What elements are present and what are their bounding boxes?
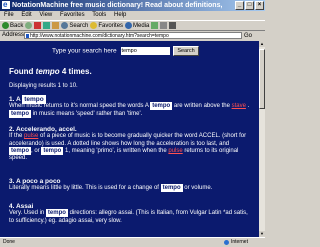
menu-tools[interactable]: Tools — [92, 12, 106, 18]
search-highlight: tempo — [9, 109, 31, 118]
page-content: Type your search here tempo Search Found… — [0, 41, 259, 237]
mail-icon — [160, 22, 168, 29]
scroll-up-arrow-icon[interactable]: ▲ — [259, 41, 265, 47]
address-label: Address — [2, 32, 25, 38]
ie-app-icon — [2, 0, 10, 10]
forward-button[interactable] — [25, 22, 33, 29]
search-highlight: tempo — [160, 184, 183, 193]
pulse-link[interactable]: pulse — [168, 148, 182, 154]
address-bar: Address http://www.notationmachine.com/d… — [0, 31, 265, 40]
maximize-button[interactable]: □ — [245, 1, 254, 10]
back-button[interactable]: Back — [2, 22, 23, 29]
definition-text: Literally means little by little. This i… — [9, 185, 161, 192]
definition-text: When music returns to it's normal speed … — [9, 103, 151, 110]
address-url: http://www.notationmachine.com/dictionar… — [30, 33, 169, 39]
result-entry: 3. A poco a poco Literally means little … — [9, 178, 254, 193]
pulse-link[interactable]: pulse — [24, 133, 38, 139]
search-form: Type your search here tempo Search — [52, 46, 199, 56]
entry-definition: When music returns to it's normal speed … — [9, 102, 254, 118]
media-icon — [125, 22, 133, 29]
search-highlight: tempo — [150, 102, 173, 111]
star-icon — [90, 22, 98, 29]
window-title: NotationMachine free music dictionary! R… — [12, 2, 222, 9]
refresh-icon — [43, 22, 51, 29]
entry-definition: Very. Used in tempo directions: allegro … — [9, 209, 254, 225]
search-input[interactable]: tempo — [120, 47, 170, 55]
definition-text: or volume. — [182, 185, 213, 192]
found-term: tempo — [35, 67, 60, 76]
go-button[interactable]: Go — [244, 32, 252, 41]
search-button[interactable]: Search — [61, 22, 88, 29]
history-button[interactable] — [151, 22, 159, 29]
definition-text: in music means 'speed' rather than 'time… — [31, 110, 143, 117]
definition-text: are written above the — [172, 103, 232, 110]
minimize-button[interactable]: _ — [235, 1, 244, 10]
definition-text: , or — [31, 147, 42, 154]
menu-edit[interactable]: Edit — [21, 12, 31, 18]
window-controls: _ □ × — [235, 1, 264, 10]
definition-text: 1, meaning 'primo', is written when the — [63, 147, 169, 154]
result-entry: 1. A tempo When music returns to it's no… — [9, 95, 254, 118]
search-submit-button[interactable]: Search — [173, 46, 199, 56]
window-titlebar: NotationMachine free music dictionary! R… — [0, 0, 265, 11]
home-icon — [52, 22, 60, 29]
entry-heading-text: 1. A — [9, 96, 23, 103]
definition-text: If the — [9, 133, 25, 140]
vertical-scrollbar[interactable]: ▲ ▼ — [259, 41, 265, 237]
globe-icon — [224, 240, 229, 245]
entry-heading: 2. Accelerando, accel. — [9, 126, 77, 133]
results-heading: Found tempo 4 times. — [9, 67, 92, 76]
menu-help[interactable]: Help — [114, 12, 126, 18]
favorites-label: Favorites — [98, 22, 124, 29]
favorites-button[interactable]: Favorites — [90, 22, 123, 29]
home-button[interactable] — [52, 22, 60, 29]
menu-view[interactable]: View — [39, 12, 52, 18]
results-count: Displaying results 1 to 10. — [9, 83, 78, 89]
search-icon — [61, 22, 69, 29]
search-label: Search — [69, 22, 89, 29]
print-button[interactable] — [169, 22, 177, 29]
menu-bar: File Edit View Favorites Tools Help — [0, 11, 265, 20]
back-arrow-icon — [2, 22, 9, 29]
definition-text: of a piece of music is to become gradual… — [9, 133, 247, 147]
refresh-button[interactable] — [43, 22, 51, 29]
definition-text: Very. Used in — [9, 210, 46, 217]
print-icon — [169, 22, 177, 29]
forward-arrow-icon — [25, 22, 33, 29]
stave-link[interactable]: stave — [232, 103, 246, 109]
scroll-thumb[interactable] — [259, 49, 265, 109]
address-input[interactable]: http://www.notationmachine.com/dictionar… — [24, 32, 242, 39]
stop-icon — [34, 22, 42, 29]
definition-text: . — [245, 103, 250, 110]
status-bar: Done Internet — [0, 237, 265, 246]
media-button[interactable]: Media — [125, 22, 149, 29]
menu-file[interactable]: File — [4, 12, 14, 18]
toolbar: Back Search Favorites Media — [0, 20, 265, 31]
search-highlight: tempo — [9, 146, 31, 155]
page-icon — [26, 34, 29, 38]
media-label: Media — [133, 22, 150, 29]
history-icon — [151, 22, 159, 29]
search-highlight: tempo — [41, 146, 64, 155]
found-prefix: Found — [9, 67, 36, 76]
found-suffix: 4 times. — [59, 67, 92, 76]
entry-definition: Literally means little by little. This i… — [9, 184, 254, 193]
menu-favorites[interactable]: Favorites — [60, 12, 85, 18]
result-entry: 2. Accelerando, accel. If the pulse of a… — [9, 126, 254, 162]
entry-definition: If the pulse of a piece of music is to b… — [9, 133, 254, 162]
search-highlight: tempo — [45, 209, 68, 218]
mail-button[interactable] — [160, 22, 168, 29]
close-button[interactable]: × — [255, 1, 264, 10]
search-prompt: Type your search here — [52, 47, 117, 55]
back-label: Back — [10, 22, 24, 29]
result-entry: 4. Assai Very. Used in tempo directions:… — [9, 203, 254, 225]
stop-button[interactable] — [34, 22, 42, 29]
